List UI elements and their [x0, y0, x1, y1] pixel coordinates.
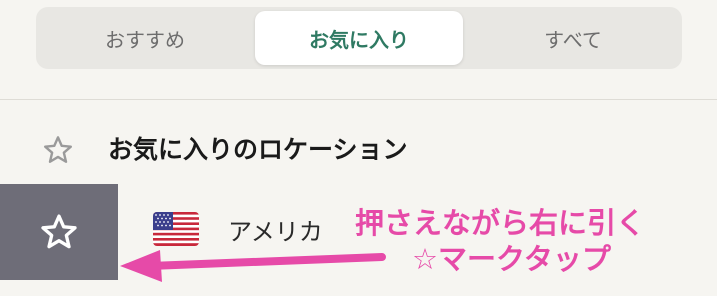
annotation-text-tap: ☆マークタップ	[412, 242, 611, 276]
